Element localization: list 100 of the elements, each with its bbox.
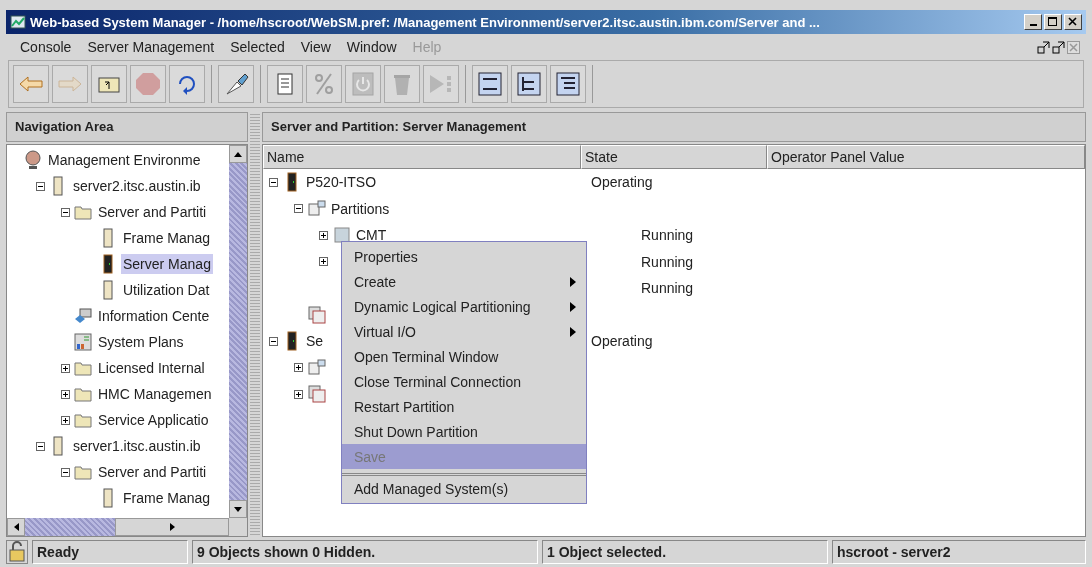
tree-item[interactable]: System Plans <box>96 332 186 352</box>
restore-icon[interactable] <box>1037 40 1050 54</box>
refresh-button[interactable] <box>169 65 205 103</box>
profiles-icon <box>308 384 326 405</box>
close-icon <box>1068 17 1078 27</box>
tree-item[interactable]: Utilization Dat <box>121 280 212 300</box>
arrow-down-icon <box>234 506 242 512</box>
menu-item[interactable]: Open Terminal Window <box>342 344 586 369</box>
tree-item[interactable]: Partitions <box>331 200 390 217</box>
menu-item[interactable]: Properties <box>342 244 586 269</box>
status-cell: Ready <box>32 540 188 564</box>
maximize-button[interactable] <box>1044 14 1062 30</box>
tree-item[interactable]: P520-ITSO <box>306 174 377 191</box>
properties-button[interactable] <box>267 65 303 103</box>
menu-item[interactable]: Server Management <box>79 39 223 55</box>
partitions-icon <box>308 198 326 219</box>
state-cell: Running <box>641 280 694 297</box>
column-header[interactable]: State <box>581 145 767 169</box>
tree-item[interactable]: Frame Manag <box>121 228 213 248</box>
menu-item[interactable]: Dynamic Logical Partitioning <box>342 294 586 319</box>
tree-toggle[interactable] <box>269 177 278 187</box>
tree-toggle[interactable] <box>61 467 70 477</box>
tree-toggle[interactable] <box>319 230 328 240</box>
menu-item[interactable]: Add Managed System(s) <box>342 473 586 501</box>
tree-item[interactable]: Information Cente <box>96 306 212 326</box>
up-button[interactable] <box>91 65 127 103</box>
menu-item[interactable]: Selected <box>222 39 293 55</box>
restore-icon[interactable] <box>1052 40 1065 54</box>
app-icon <box>10 14 26 30</box>
tree-toggle[interactable] <box>61 415 70 425</box>
scroll-down-button[interactable] <box>229 500 247 518</box>
menu-item[interactable]: Shut Down Partition <box>342 419 586 444</box>
scroll-up-button[interactable] <box>229 145 247 163</box>
horizontal-scrollbar[interactable] <box>7 518 247 536</box>
tree-item[interactable]: Service Applicatio <box>96 410 211 430</box>
state-cell: Running <box>641 227 694 244</box>
splitter-handle[interactable] <box>250 112 260 537</box>
tree-item[interactable]: CMT <box>356 227 387 244</box>
tree-item[interactable]: HMC Managemen <box>96 384 214 404</box>
tree-item[interactable]: Se <box>306 333 324 350</box>
state-cell: Operating <box>591 174 653 191</box>
submenu-arrow-icon <box>570 301 576 312</box>
tree-view-icon <box>514 70 544 98</box>
panel-header: Navigation Area <box>6 112 248 142</box>
minimize-icon <box>1029 24 1037 26</box>
arrow-right-icon <box>169 523 175 531</box>
tree-item[interactable]: Server Manag <box>121 254 213 274</box>
tree-item[interactable]: Licensed Internal <box>96 358 207 378</box>
info-icon <box>74 306 92 326</box>
scroll-left-button[interactable] <box>7 518 25 536</box>
minimize-button[interactable] <box>1024 14 1042 30</box>
arrow-left-icon <box>13 523 19 531</box>
scroll-thumb[interactable] <box>25 518 115 536</box>
panel-header: Server and Partition: Server Management <box>262 112 1086 142</box>
detail-view-icon <box>553 70 583 98</box>
plans-icon <box>74 332 92 352</box>
menu-item[interactable]: Window <box>338 39 405 55</box>
menu-item[interactable]: Restart Partition <box>342 394 586 419</box>
state-cell: Running <box>641 253 694 270</box>
partitions-icon <box>308 357 326 378</box>
state-cell: Operating <box>591 333 653 350</box>
globe-icon <box>24 150 42 170</box>
tree-item[interactable]: Server and Partiti <box>96 462 209 482</box>
profiles-icon <box>308 304 326 325</box>
detail-view-button[interactable] <box>550 65 586 103</box>
menu-item[interactable]: Virtual I/O <box>342 319 586 344</box>
tree-toggle[interactable] <box>269 336 278 346</box>
partition-icon <box>333 225 351 246</box>
lock-icon <box>6 540 28 564</box>
brush-button[interactable] <box>218 65 254 103</box>
list-view-icon <box>475 70 505 98</box>
tree-toggle[interactable] <box>294 204 303 214</box>
submenu-arrow-icon <box>570 276 576 287</box>
tree-item[interactable]: Frame Manag <box>121 488 213 508</box>
menu-item[interactable]: View <box>292 39 339 55</box>
status-cell: 9 Objects shown 0 Hidden. <box>192 540 538 564</box>
tree-toggle[interactable] <box>61 363 70 373</box>
tree-item[interactable]: Server and Partiti <box>96 202 209 222</box>
status-cell: 1 Object selected. <box>542 540 828 564</box>
tree-toggle[interactable] <box>61 207 70 217</box>
arrow-up-icon <box>234 151 242 157</box>
tree-toggle[interactable] <box>294 363 303 373</box>
tree-toggle[interactable] <box>36 441 45 451</box>
column-header[interactable]: Operator Panel Value <box>767 145 1085 169</box>
window-title: Web-based System Manager - /home/hscroot/WebSM.pref: /Management Environment/server2.itsc.austin.ibm.com/Server and ... <box>30 14 821 30</box>
tree-item[interactable]: server1.itsc.austin.ib <box>71 436 203 456</box>
submenu-arrow-icon <box>570 326 576 337</box>
menu-item[interactable]: Create <box>342 269 586 294</box>
menu-item[interactable]: Console <box>12 39 80 55</box>
tree-toggle[interactable] <box>61 389 70 399</box>
list-view-button[interactable] <box>472 65 508 103</box>
tree-toggle[interactable] <box>319 257 328 267</box>
tree-item[interactable]: server2.itsc.austin.ib <box>71 176 203 196</box>
tree-view-button[interactable] <box>511 65 547 103</box>
menu-item[interactable]: Close Terminal Connection <box>342 369 586 394</box>
close-button[interactable] <box>1064 14 1082 30</box>
tree-item[interactable]: Management Environme <box>46 150 203 170</box>
tree-toggle[interactable] <box>36 181 45 191</box>
tree-toggle[interactable] <box>294 389 303 399</box>
column-header[interactable]: Name <box>263 145 581 169</box>
